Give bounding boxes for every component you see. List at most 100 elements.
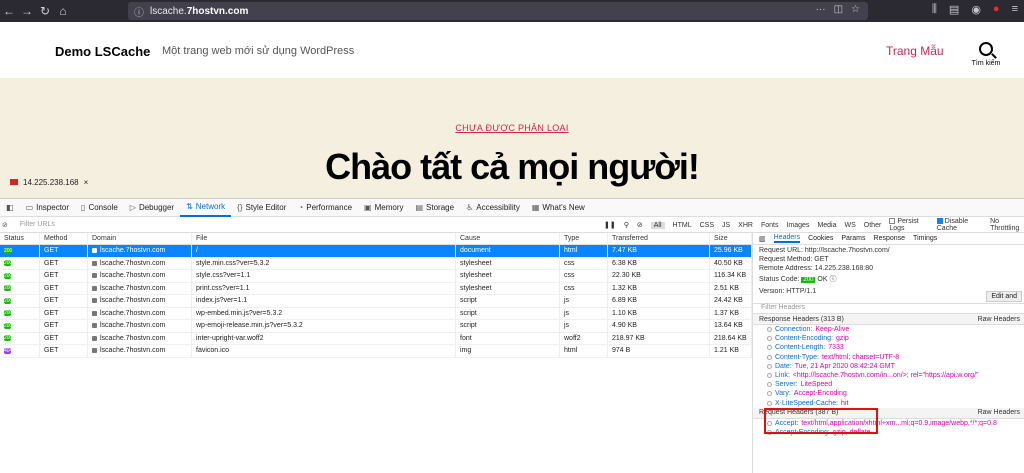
table-row[interactable]: 200 GET lscache.7hostvn.com print.css?ver=1… <box>0 282 752 295</box>
extension-icon[interactable]: ● <box>993 3 1000 16</box>
search-button[interactable]: Tìm kiếm <box>966 42 1006 67</box>
tab-timings[interactable]: Timings <box>913 235 937 242</box>
tab-accessibility[interactable]: ♿ Accessibility <box>460 199 526 217</box>
filter-html[interactable]: HTML <box>673 222 692 229</box>
table-row[interactable]: 200 GET lscache.7hostvn.com wp-embed.min.js… <box>0 307 752 320</box>
tab-performance[interactable]: ◔ Performance <box>292 199 358 217</box>
response-headers-section[interactable]: Response Headers (313 B) Raw Headers <box>753 314 1024 325</box>
col-status[interactable]: Status <box>0 233 40 244</box>
account-icon[interactable]: ◉ <box>971 3 981 16</box>
tab-storage[interactable]: ▤ Storage <box>409 199 460 217</box>
search-network-icon[interactable]: ⚲ <box>624 221 629 229</box>
reload-icon[interactable]: ↻ <box>36 2 54 20</box>
filter-css[interactable]: CSS <box>700 222 714 229</box>
tab-style-editor[interactable]: {} Style Editor <box>231 199 292 217</box>
filter-other[interactable]: Other <box>864 222 882 229</box>
site-info-icon[interactable]: ⓘ <box>134 4 144 19</box>
storage-icon: ▤ <box>415 203 424 212</box>
header-line[interactable]: Link: <http://lscache.7hostvn.com/in...on… <box>753 371 1024 380</box>
table-row[interactable]: 200 GET lscache.7hostvn.com wp-emoji-releas… <box>0 320 752 333</box>
tab-memory[interactable]: ▣ Memory <box>358 199 409 217</box>
tab-params[interactable]: Params <box>841 235 865 242</box>
header-help-icon[interactable] <box>767 354 772 360</box>
ip-address: 14.225.238.168 <box>23 177 79 187</box>
bookmark-star-icon[interactable]: ☆ <box>851 4 860 15</box>
block-icon[interactable]: ⊘ <box>637 221 643 229</box>
page-actions-icon[interactable]: ··· <box>816 4 826 15</box>
header-help-icon[interactable] <box>767 327 772 333</box>
post-category-link[interactable]: CHƯA ĐƯỢC PHÂN LOẠI <box>0 123 1024 133</box>
tab-response[interactable]: Response <box>874 235 906 242</box>
header-line[interactable]: Date: Tue, 21 Apr 2020 08:42:24 GMT <box>753 362 1024 371</box>
edit-resend-button[interactable]: Edit and <box>986 291 1022 302</box>
table-row[interactable]: 200 GET lscache.7hostvn.com style.css?ver=1… <box>0 270 752 283</box>
table-row[interactable]: 200 GET lscache.7hostvn.com index.js?ver=1.… <box>0 295 752 308</box>
throttling-select[interactable]: No Throttling <box>990 218 1024 232</box>
disable-cache-checkbox[interactable]: Disable Cache <box>936 218 982 232</box>
filter-ws[interactable]: WS <box>845 222 856 229</box>
header-line[interactable]: Content-Encoding: gzip <box>753 334 1024 343</box>
cell-method: GET <box>40 282 88 294</box>
header-help-icon[interactable] <box>767 400 772 406</box>
filter-urls-input[interactable]: Filter URLs <box>20 221 55 228</box>
filter-images[interactable]: Images <box>786 222 809 229</box>
col-type[interactable]: Type <box>560 233 608 244</box>
header-help-icon[interactable] <box>767 373 772 379</box>
header-line[interactable]: X-LiteSpeed-Cache: hit <box>753 399 1024 408</box>
site-title[interactable]: Demo LSCache <box>55 44 150 59</box>
header-help-icon[interactable] <box>767 363 772 369</box>
header-help-icon[interactable] <box>767 382 772 388</box>
raw-headers-toggle[interactable]: Raw Headers <box>978 316 1020 323</box>
filter-headers-input[interactable]: Filter Headers <box>753 303 1024 314</box>
header-line[interactable]: Connection: Keep-Alive <box>753 325 1024 334</box>
home-icon[interactable]: ⌂ <box>54 2 72 20</box>
cell-cause: img <box>456 345 560 357</box>
filter-js[interactable]: JS <box>722 222 730 229</box>
filter-xhr[interactable]: XHR <box>738 222 753 229</box>
col-transferred[interactable]: Transferred <box>608 233 710 244</box>
col-cause[interactable]: Cause <box>456 233 560 244</box>
header-line[interactable]: Content-Length: 7333 <box>753 343 1024 352</box>
table-row[interactable]: 200 GET lscache.7hostvn.com style.min.css?v… <box>0 257 752 270</box>
table-row[interactable]: 200 GET lscache.7hostvn.com inter-upright-v… <box>0 332 752 345</box>
back-icon[interactable]: ← <box>0 2 18 20</box>
library-icon[interactable]: ⫼ <box>932 3 937 16</box>
clear-icon[interactable]: ⊘ <box>2 221 8 229</box>
table-row[interactable]: 200 GET lscache.7hostvn.com / document html 7.… <box>0 245 752 258</box>
close-icon[interactable]: × <box>84 178 89 187</box>
col-domain[interactable]: Domain <box>88 233 192 244</box>
tab-console[interactable]: ▯ Console <box>75 199 124 217</box>
tab-cookies[interactable]: Cookies <box>808 235 833 242</box>
header-line[interactable]: Content-Type: text/html; charset=UTF-8 <box>753 353 1024 362</box>
menu-icon[interactable]: ≡ <box>1012 3 1018 16</box>
header-help-icon[interactable] <box>767 391 772 397</box>
col-file[interactable]: File <box>192 233 456 244</box>
help-icon[interactable]: ⓘ <box>829 276 836 283</box>
col-size[interactable]: Size <box>710 233 752 244</box>
filter-fonts[interactable]: Fonts <box>761 222 779 229</box>
col-method[interactable]: Method <box>40 233 88 244</box>
forward-icon[interactable]: → <box>18 2 36 20</box>
header-help-icon[interactable] <box>767 345 772 351</box>
tab-whats-new[interactable]: ▦ What's New <box>526 199 591 217</box>
menu-item-sample-page[interactable]: Trang Mẫu <box>886 44 944 58</box>
tab-inspector[interactable]: ▭ Inspector <box>20 199 75 217</box>
toggle-panel-icon[interactable]: ▥ <box>759 235 766 243</box>
filter-all[interactable]: All <box>650 221 665 229</box>
table-row[interactable]: 404 GET lscache.7hostvn.com favicon.ico img h… <box>0 345 752 358</box>
raw-headers-toggle-request[interactable]: Raw Headers <box>978 409 1020 416</box>
pocket-icon[interactable]: ◫ <box>834 4 843 15</box>
tab-headers[interactable]: Headers <box>773 234 801 243</box>
pick-element-icon[interactable]: ◧ <box>0 199 20 217</box>
header-help-icon[interactable] <box>767 336 772 342</box>
cell-method: GET <box>40 332 88 344</box>
header-line[interactable]: Vary: Accept-Encoding <box>753 389 1024 398</box>
persist-logs-checkbox[interactable]: Persist Logs <box>889 218 928 232</box>
sidebar-icon[interactable]: ▤ <box>949 3 959 16</box>
tab-network[interactable]: ⇅ Network <box>180 199 232 217</box>
url-bar[interactable]: ⓘ lscache.7hostvn.com ··· ◫ ☆ <box>128 2 868 20</box>
pause-icon[interactable]: ❚❚ <box>604 221 616 229</box>
tab-debugger[interactable]: ▷ Debugger <box>124 199 180 217</box>
header-line[interactable]: Server: LiteSpeed <box>753 380 1024 389</box>
filter-media[interactable]: Media <box>817 222 836 229</box>
